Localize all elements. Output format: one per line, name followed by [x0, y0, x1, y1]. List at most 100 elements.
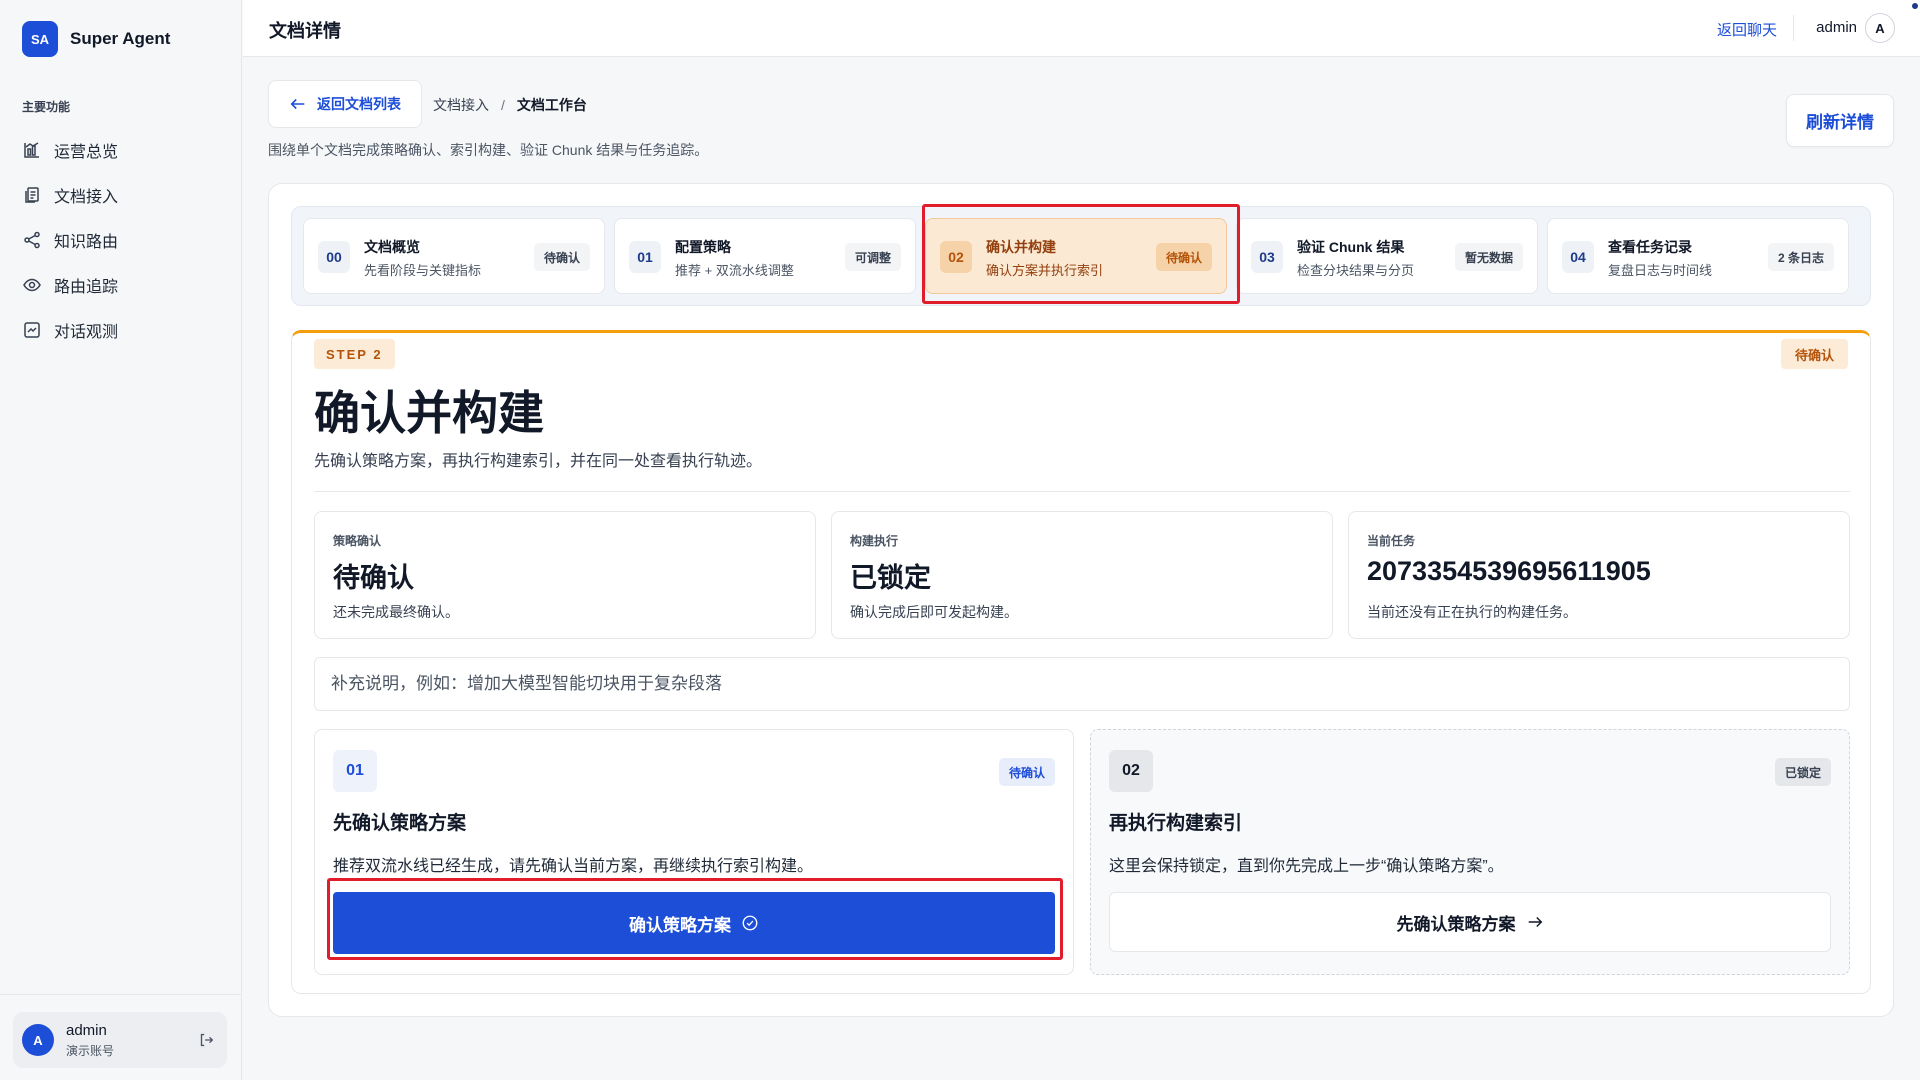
step-title: 文档概览: [364, 239, 420, 255]
top-avatar[interactable]: A: [1865, 13, 1895, 43]
top-user-name: admin: [1816, 19, 1857, 36]
breadcrumb-current: 文档工作台: [516, 97, 587, 113]
sidebar-item-chat-observe[interactable]: 对话观测: [22, 307, 222, 352]
step-tab-confirm-build[interactable]: 02 确认并构建 确认方案并执行索引 待确认: [925, 218, 1227, 294]
avatar: A: [22, 1024, 54, 1056]
sidebar-nav: 运营总览 文档接入 知识路由 路由追踪 对话观测: [22, 127, 222, 352]
step-tab-verify-chunk[interactable]: 03 验证 Chunk 结果 检查分块结果与分页 暂无数据: [1236, 218, 1538, 294]
nav-section-title: 主要功能: [22, 100, 71, 114]
step-tab-config[interactable]: 01 配置策略 推荐 + 双流水线调整 可调整: [614, 218, 916, 294]
step-desc: 先看阶段与关键指标: [364, 263, 482, 278]
sidebar-item-label: 对话观测: [54, 323, 119, 341]
user-name: admin: [66, 1021, 107, 1039]
eye-icon: [23, 278, 41, 291]
step-desc: 检查分块结果与分页: [1297, 263, 1415, 278]
confirm-strategy-first-button[interactable]: 先确认策略方案: [1109, 892, 1831, 952]
stat-card-strategy: 策略确认 待确认 还未完成最终确认。: [314, 511, 816, 639]
breadcrumb-separator: /: [501, 97, 505, 113]
step-desc: 推荐 + 双流水线调整: [675, 263, 794, 278]
action-title: 先确认策略方案: [333, 813, 467, 834]
stat-label: 策略确认: [333, 534, 382, 548]
arrow-left-icon: [290, 98, 305, 110]
divider: [314, 491, 1850, 492]
action-card-confirm: 01 待确认 先确认策略方案 推荐双流水线已经生成，请先确认当前方案，再继续执行…: [314, 729, 1074, 975]
main-panel: 00 文档概览 先看阶段与关键指标 待确认 01 配置策略 推荐 + 双流水线调…: [268, 183, 1894, 1017]
step-tab-overview[interactable]: 00 文档概览 先看阶段与关键指标 待确认: [303, 218, 605, 294]
back-button-label: 返回文档列表: [317, 96, 401, 112]
logout-icon[interactable]: [197, 1031, 215, 1049]
action-desc: 推荐双流水线已经生成，请先确认当前方案，再继续执行索引构建。: [333, 858, 814, 875]
page-title: 文档详情: [269, 21, 341, 41]
button-label: 先确认策略方案: [1396, 914, 1516, 934]
step-title: 验证 Chunk 结果: [1297, 239, 1405, 255]
divider: [1793, 15, 1794, 41]
brand-logo: SA: [22, 21, 58, 57]
refresh-details-button[interactable]: 刷新详情: [1786, 94, 1894, 147]
section-subtitle: 先确认策略方案，再执行构建索引，并在同一处查看执行轨迹。: [314, 453, 763, 470]
action-number: 02: [1109, 750, 1153, 792]
step-tab-task-log[interactable]: 04 查看任务记录 复盘日志与时间线 2 条日志: [1547, 218, 1849, 294]
back-to-chat-link[interactable]: 返回聊天: [1717, 19, 1777, 40]
action-card-build: 02 已锁定 再执行构建索引 这里会保持锁定，直到你先完成上一步“确认策略方案”…: [1090, 729, 1850, 975]
step-number: 04: [1562, 241, 1594, 273]
step-tag: STEP 2: [314, 339, 395, 369]
action-title: 再执行构建索引: [1109, 813, 1243, 834]
step-desc: 确认方案并执行索引: [986, 263, 1104, 278]
brand-name: Super Agent: [70, 29, 171, 48]
action-desc: 这里会保持锁定，直到你先完成上一步“确认策略方案”。: [1109, 858, 1504, 875]
confirm-strategy-button[interactable]: 确认策略方案: [333, 892, 1055, 954]
sidebar-item-knowledge-route[interactable]: 知识路由: [22, 217, 222, 262]
sidebar-item-label: 文档接入: [54, 188, 119, 206]
check-circle-icon: [742, 915, 758, 931]
topbar: 文档详情 返回聊天 admin A: [243, 0, 1920, 57]
sidebar-item-route-trace[interactable]: 路由追踪: [22, 262, 222, 307]
notification-dot: [1912, 3, 1918, 9]
breadcrumb: 文档接入 / 文档工作台: [433, 95, 587, 115]
stat-label: 当前任务: [1367, 534, 1416, 548]
stat-value: 已锁定: [850, 563, 931, 593]
document-icon: [25, 186, 39, 203]
back-to-doc-list-button[interactable]: 返回文档列表: [268, 80, 422, 128]
sidebar-item-overview[interactable]: 运营总览: [22, 127, 222, 172]
button-label: 确认策略方案: [629, 915, 731, 935]
stat-value: 待确认: [333, 563, 414, 593]
step-badge: 待确认: [533, 243, 590, 271]
step-title: 配置策略: [675, 239, 731, 255]
sidebar-item-label: 路由追踪: [54, 278, 119, 296]
stat-note: 当前还没有正在执行的构建任务。: [1367, 604, 1577, 620]
step-title: 确认并构建: [986, 239, 1056, 255]
stat-card-build: 构建执行 已锁定 确认完成后即可发起构建。: [831, 511, 1333, 639]
stat-note: 确认完成后即可发起构建。: [850, 604, 1018, 620]
sidebar-item-doc-ingest[interactable]: 文档接入: [22, 172, 222, 217]
brand[interactable]: SA Super Agent: [22, 21, 170, 57]
page-subtitle: 围绕单个文档完成策略确认、索引构建、验证 Chunk 结果与任务追踪。: [268, 142, 709, 158]
stat-value: 2073354539695611905: [1367, 556, 1651, 586]
step-number: 01: [629, 241, 661, 273]
monitor-icon: [24, 321, 40, 338]
sidebar-item-label: 运营总览: [54, 143, 119, 161]
stat-card-task: 当前任务 2073354539695611905 当前还没有正在执行的构建任务。: [1348, 511, 1850, 639]
arrow-right-icon: [1528, 916, 1542, 928]
user-info: admin 演示账号: [66, 1022, 197, 1059]
step-desc: 复盘日志与时间线: [1608, 263, 1713, 278]
step-number: 02: [940, 241, 972, 273]
action-number: 01: [333, 750, 377, 792]
step-number: 03: [1251, 241, 1283, 273]
user-role: 演示账号: [66, 1043, 115, 1058]
stat-label: 构建执行: [850, 534, 899, 548]
breadcrumb-item-doc-ingest[interactable]: 文档接入: [433, 95, 489, 115]
sidebar-footer: A admin 演示账号: [0, 994, 242, 1080]
sidebar-item-label: 知识路由: [54, 233, 119, 251]
chart-bar-icon: [24, 141, 39, 158]
step-content-card: STEP 2 待确认 确认并构建 先确认策略方案，再执行构建索引，并在同一处查看…: [291, 330, 1871, 994]
user-card[interactable]: A admin 演示账号: [13, 1012, 227, 1068]
section-title: 确认并构建: [314, 387, 544, 439]
step-badge: 待确认: [1155, 243, 1212, 271]
action-badge: 待确认: [998, 758, 1055, 786]
step-badge: 2 条日志: [1767, 243, 1834, 271]
action-badge: 已锁定: [1774, 758, 1831, 786]
share-icon: [24, 231, 40, 248]
supplement-note-input[interactable]: [314, 657, 1850, 711]
status-badge: 待确认: [1780, 339, 1848, 369]
step-title: 查看任务记录: [1608, 239, 1692, 255]
